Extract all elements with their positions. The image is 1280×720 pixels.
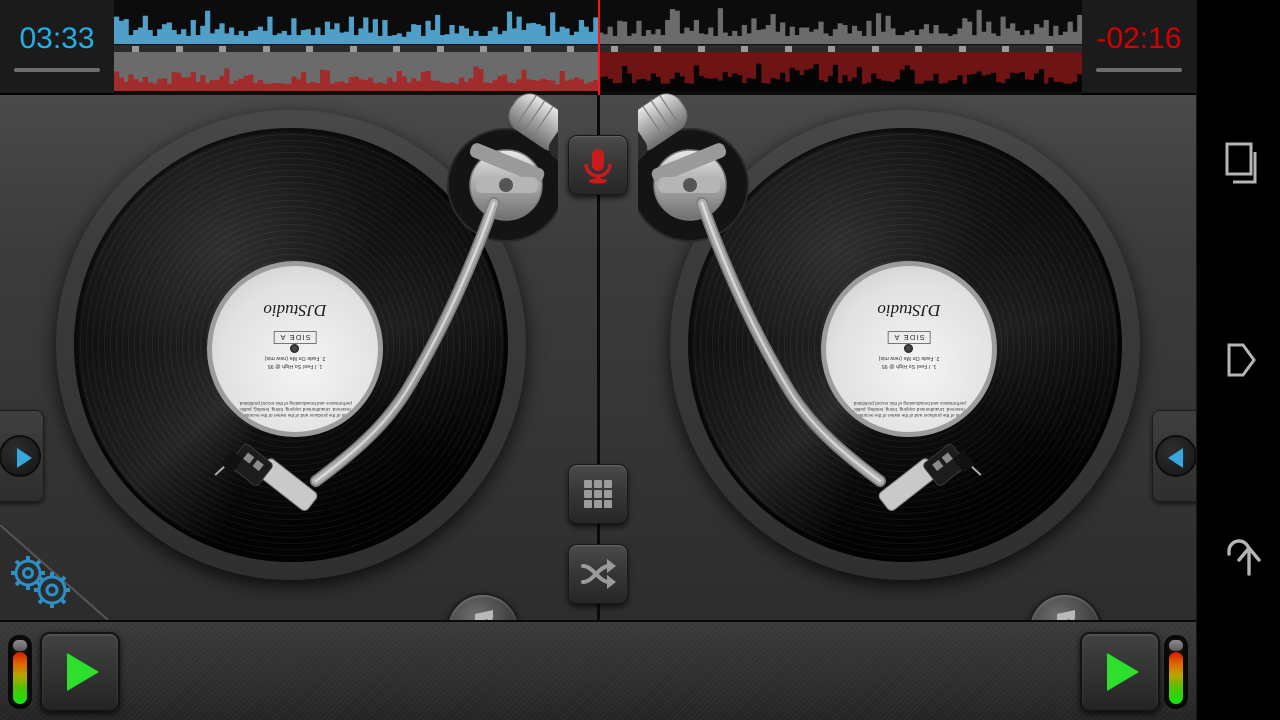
vu-meter-deck-a — [8, 635, 32, 709]
deck-a-panel-toggle[interactable] — [0, 410, 44, 502]
remaining-time-display: -02:16 — [1082, 0, 1196, 95]
vinyl-record-b[interactable]: All rights of the producer and of the ow… — [692, 132, 1118, 558]
shuffle-icon — [569, 545, 627, 603]
platter-deck-a[interactable]: All rights of the producer and of the ow… — [56, 110, 526, 580]
microphone-icon — [569, 136, 627, 194]
vu-meter-deck-b — [1164, 635, 1188, 709]
vu-meter-cap-b — [1169, 640, 1183, 651]
remaining-time-value: -02:16 — [1082, 22, 1196, 56]
home-icon — [1197, 318, 1280, 402]
record-label-b: All rights of the producer and of the ow… — [821, 261, 997, 437]
dj-app-root: 03:33 -02:16 — [0, 0, 1280, 720]
deck-b-panel-toggle[interactable] — [1152, 410, 1200, 502]
vu-meter-cap-a — [13, 640, 27, 651]
record-label-fine-a: All rights of the producer and of the ow… — [212, 399, 378, 418]
record-label-track-1-a: 1. I Feel So High @ 95 — [212, 362, 378, 370]
home-button[interactable] — [1197, 318, 1280, 402]
record-label-side-a: SIDE A — [273, 331, 316, 344]
settings-button[interactable] — [0, 525, 108, 620]
platter-inner-a: All rights of the producer and of the ow… — [74, 128, 508, 562]
platter-deck-b[interactable]: All rights of the producer and of the ow… — [670, 110, 1140, 580]
record-label-a: All rights of the producer and of the ow… — [207, 261, 383, 437]
remaining-time-underline — [1096, 68, 1182, 72]
vu-meter-fill-b — [1169, 652, 1183, 704]
record-label-side-b: SIDE A — [887, 331, 930, 344]
record-label-track-1-b: 1. I Feel So High @ 95 — [826, 362, 992, 370]
play-triangle-right-icon — [1, 437, 43, 479]
turntable-deck-b[interactable]: All rights of the producer and of the ow… — [638, 85, 1168, 615]
vu-meter-fill-a — [13, 652, 27, 704]
elapsed-time-value: 03:33 — [0, 22, 114, 56]
back-icon — [1197, 518, 1280, 602]
recents-icon — [1197, 120, 1280, 204]
play-button-deck-b[interactable] — [1080, 632, 1160, 712]
grid-button[interactable] — [568, 464, 628, 524]
android-navigation-bar — [1196, 0, 1280, 720]
vinyl-record-a[interactable]: All rights of the producer and of the ow… — [78, 132, 504, 558]
deck-area: All rights of the producer and of the ow… — [0, 95, 1196, 620]
record-label-fine-b: All rights of the producer and of the ow… — [826, 399, 992, 418]
deck-b-arrow-circle — [1155, 435, 1197, 477]
recents-button[interactable] — [1197, 120, 1280, 204]
record-label-track-2-b: 2. Fade On Me (new mix) — [826, 354, 992, 362]
gears-icon — [0, 525, 108, 620]
spindle-a — [291, 345, 300, 354]
play-triangle-left-icon — [1157, 437, 1199, 479]
spindle-b — [905, 345, 914, 354]
deck-a-arrow-circle — [0, 435, 41, 477]
play-button-deck-a[interactable] — [40, 632, 120, 712]
play-icon — [42, 634, 118, 710]
playhead-marker — [598, 0, 600, 95]
record-label-brand-a: DJStudio — [212, 300, 378, 320]
microphone-button[interactable] — [568, 135, 628, 195]
elapsed-time-display: 03:33 — [0, 0, 114, 95]
play-icon — [1082, 634, 1158, 710]
record-label-brand-b: DJStudio — [826, 300, 992, 320]
back-button[interactable] — [1197, 518, 1280, 602]
record-label-track-2-a: 2. Fade On Me (new mix) — [212, 354, 378, 362]
waveform-bar: 03:33 -02:16 — [0, 0, 1196, 95]
transport-bar: I'm In Need (Original CUE CALL Earthquak… — [0, 620, 1196, 720]
shuffle-button[interactable] — [568, 544, 628, 604]
platter-inner-b: All rights of the producer and of the ow… — [688, 128, 1122, 562]
elapsed-time-underline — [14, 68, 100, 72]
grid-icon — [569, 465, 627, 523]
